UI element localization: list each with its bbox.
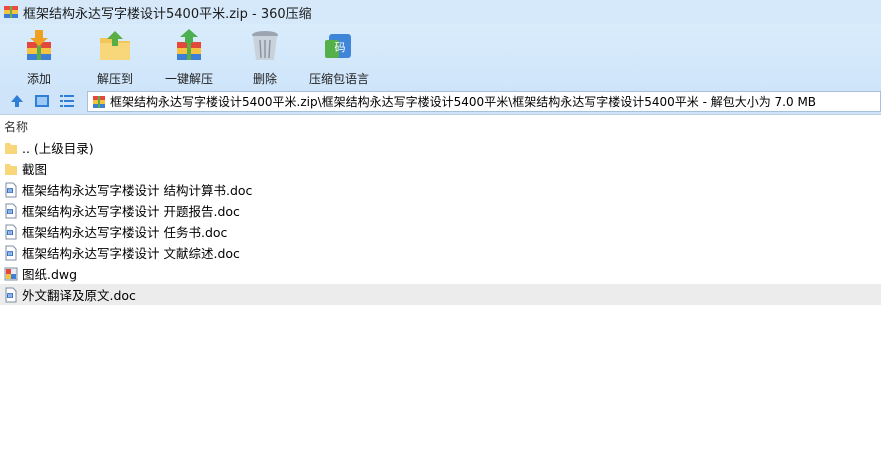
extract-to-icon	[100, 31, 130, 60]
toolbar: 添加 解压到 一键解压 删除 码 压缩包语言	[0, 24, 881, 88]
column-name-header[interactable]: 名称	[4, 118, 28, 135]
path-field[interactable]: 框架结构永达写字楼设计5400平米.zip\框架结构永达写字楼设计5400平米\…	[87, 91, 881, 112]
file-list: .. (上级目录) 截图 W 框架结构永达写字楼设计 结构计算书.doc W 框…	[0, 137, 881, 305]
folder-icon	[5, 142, 17, 154]
one-click-extract-button[interactable]: 一键解压	[162, 28, 216, 86]
file-name: 框架结构永达写字楼设计 开题报告.doc	[22, 204, 240, 219]
extract-to-button[interactable]: 解压到	[90, 28, 140, 86]
list-item-folder[interactable]: 截图	[0, 158, 881, 179]
archive-language-button-label: 压缩包语言	[308, 72, 369, 86]
list-item-parent-dir[interactable]: .. (上级目录)	[0, 137, 881, 158]
word-document-icon: W	[5, 287, 17, 302]
folder-icon	[5, 163, 17, 175]
add-icon	[27, 30, 51, 60]
address-bar: 框架结构永达写字楼设计5400平米.zip\框架结构永达写字楼设计5400平米\…	[0, 88, 881, 115]
add-button[interactable]: 添加	[14, 28, 64, 86]
delete-icon	[252, 31, 278, 60]
window-title: 框架结构永达写字楼设计5400平米.zip - 360压缩	[23, 6, 312, 22]
delete-button[interactable]: 删除	[240, 28, 290, 86]
word-document-icon: W	[5, 182, 17, 197]
list-item-doc[interactable]: W 框架结构永达写字楼设计 文献综述.doc	[0, 242, 881, 263]
file-name: 截图	[22, 162, 48, 177]
file-name: 框架结构永达写字楼设计 文献综述.doc	[22, 246, 240, 261]
cad-drawing-icon	[4, 267, 18, 280]
file-name: .. (上级目录)	[22, 141, 94, 156]
one-click-extract-button-label: 一键解压	[164, 72, 213, 86]
list-item-dwg[interactable]: 图纸.dwg	[0, 263, 881, 284]
svg-text:W: W	[8, 230, 13, 236]
delete-button-label: 删除	[252, 72, 277, 86]
extract-to-button-label: 解压到	[96, 72, 133, 86]
one-click-extract-icon	[177, 29, 201, 60]
svg-text:W: W	[8, 293, 13, 299]
title-bar: 框架结构永达写字楼设计5400平米.zip - 360压缩	[0, 0, 881, 24]
word-document-icon: W	[5, 245, 17, 260]
list-view-icon[interactable]	[59, 93, 75, 109]
file-name: 外文翻译及原文.doc	[22, 288, 136, 303]
add-button-label: 添加	[26, 72, 51, 86]
archive-language-button[interactable]: 码 压缩包语言	[306, 28, 372, 86]
list-item-doc-selected[interactable]: W 外文翻译及原文.doc	[0, 284, 881, 305]
list-item-doc[interactable]: W 框架结构永达写字楼设计 结构计算书.doc	[0, 179, 881, 200]
thumbnail-view-icon[interactable]	[34, 93, 50, 109]
svg-text:W: W	[8, 251, 13, 257]
column-header[interactable]: 名称	[0, 116, 881, 136]
zip-archive-icon	[93, 95, 105, 108]
file-name: 框架结构永达写字楼设计 任务书.doc	[22, 225, 228, 240]
svg-text:码: 码	[335, 41, 346, 54]
up-arrow-icon[interactable]	[9, 93, 25, 109]
file-name: 框架结构永达写字楼设计 结构计算书.doc	[22, 183, 253, 198]
list-item-doc[interactable]: W 框架结构永达写字楼设计 开题报告.doc	[0, 200, 881, 221]
svg-text:W: W	[8, 188, 13, 194]
path-text: 框架结构永达写字楼设计5400平米.zip\框架结构永达写字楼设计5400平米\…	[110, 95, 817, 109]
file-name: 图纸.dwg	[22, 267, 78, 282]
word-document-icon: W	[5, 224, 17, 239]
list-item-doc[interactable]: W 框架结构永达写字楼设计 任务书.doc	[0, 221, 881, 242]
word-document-icon: W	[5, 203, 17, 218]
archive-app-icon	[4, 6, 18, 18]
archive-language-icon: 码	[325, 34, 351, 58]
svg-text:W: W	[8, 209, 13, 215]
